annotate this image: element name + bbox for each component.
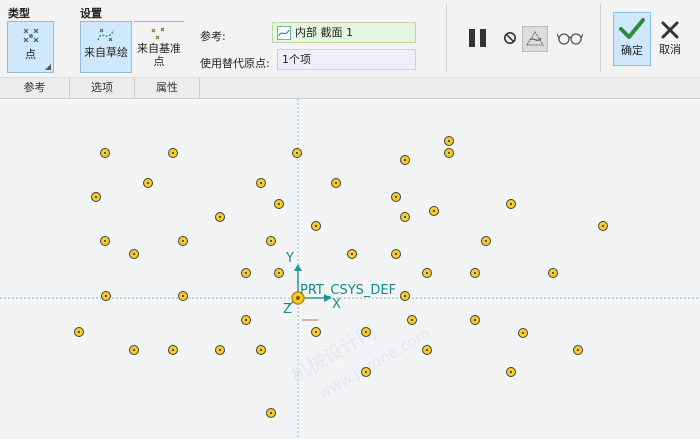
point-type-icon (23, 28, 38, 43)
graphics-window[interactable]: PRT_CSYS_DEF X Y Z 机械设计网 www.jxzone.com (0, 99, 700, 439)
from-datum-label-line2: 点 (153, 55, 165, 68)
tab-properties[interactable]: 属性 (135, 78, 200, 98)
sketch-point[interactable] (129, 345, 139, 355)
datum-point-icon (151, 27, 165, 40)
sketch-point[interactable] (598, 221, 608, 231)
alt-origin-value: 1个项 (282, 53, 311, 66)
cancel-label: 取消 (659, 43, 681, 56)
sketch-point[interactable] (101, 291, 111, 301)
sketch-point[interactable] (311, 221, 321, 231)
sketch-point[interactable] (331, 178, 341, 188)
y-axis-label: Y (286, 251, 294, 266)
sketch-point[interactable] (391, 249, 401, 259)
dashboard-tabs: 参考 选项 属性 (0, 78, 700, 99)
csys-label: PRT_CSYS_DEF (300, 283, 397, 298)
close-icon (661, 21, 679, 39)
no-preview-button[interactable] (502, 31, 518, 47)
pause-button[interactable] (466, 27, 490, 51)
sketch-point[interactable] (100, 148, 110, 158)
sketch-point[interactable] (347, 249, 357, 259)
sketch-point[interactable] (573, 345, 583, 355)
sketch-point[interactable] (361, 367, 371, 377)
sketch-point[interactable] (215, 212, 225, 222)
sketch-icon (97, 28, 115, 42)
sketch-point[interactable] (143, 178, 153, 188)
sketch-point[interactable] (548, 268, 558, 278)
tab-options[interactable]: 选项 (70, 78, 135, 98)
sketch-point[interactable] (481, 236, 491, 246)
type-group-title: 类型 (8, 7, 30, 20)
sketch-point[interactable] (168, 345, 178, 355)
sketch-ref-icon (277, 26, 291, 40)
glasses-icon (556, 33, 584, 45)
sketch-point[interactable] (400, 291, 410, 301)
ribbon-toolbar: 类型 设置 点 来自草绘 来自基准 点 参考: 内部 截面 1 使用替代原点: … (0, 0, 700, 78)
point-type-button[interactable]: 点 (7, 21, 54, 73)
sketch-point[interactable] (391, 192, 401, 202)
sketch-point[interactable] (100, 236, 110, 246)
from-sketch-button[interactable]: 来自草绘 (80, 21, 132, 73)
sketch-point[interactable] (400, 155, 410, 165)
sketch-point[interactable] (74, 327, 84, 337)
sketch-point[interactable] (215, 345, 225, 355)
sketch-point[interactable] (178, 291, 188, 301)
sketch-point[interactable] (266, 236, 276, 246)
checkmark-icon (619, 18, 645, 39)
ribbon-divider (600, 4, 601, 72)
tab-references[interactable]: 参考 (0, 78, 70, 98)
point-type-label: 点 (25, 48, 36, 61)
sketch-point[interactable] (311, 327, 321, 337)
cancel-button[interactable]: 取消 (653, 12, 687, 66)
reference-field[interactable]: 内部 截面 1 (272, 22, 416, 43)
ok-label: 确定 (621, 44, 643, 57)
sketch-point[interactable] (506, 199, 516, 209)
z-axis-label: Z (283, 302, 292, 317)
sketch-point[interactable] (241, 268, 251, 278)
sketch-point[interactable] (444, 148, 454, 158)
dropdown-corner-icon (45, 64, 51, 70)
reference-value: 内部 截面 1 (295, 26, 353, 39)
ribbon-divider (446, 4, 447, 72)
sketch-point[interactable] (506, 367, 516, 377)
preview-icon (526, 31, 544, 46)
sketch-point[interactable] (274, 199, 284, 209)
verify-preview-button[interactable] (522, 26, 548, 52)
sketch-point[interactable] (274, 268, 284, 278)
sketch-point[interactable] (292, 148, 302, 158)
from-sketch-label: 来自草绘 (84, 46, 128, 59)
view-glasses-button[interactable] (556, 30, 584, 48)
ok-button[interactable]: 确定 (613, 12, 651, 66)
no-entry-icon (504, 32, 516, 44)
sketch-point[interactable] (518, 328, 528, 338)
sketch-point[interactable] (91, 192, 101, 202)
sketch-point[interactable] (256, 345, 266, 355)
sketch-point[interactable] (429, 206, 439, 216)
sketch-point[interactable] (400, 212, 410, 222)
sketch-point[interactable] (256, 178, 266, 188)
reference-label: 参考: (200, 30, 226, 43)
from-datum-label-line1: 来自基准 (137, 42, 181, 55)
sketch-point[interactable] (361, 327, 371, 337)
from-datum-button[interactable]: 来自基准 点 (134, 21, 184, 73)
sketch-point[interactable] (168, 148, 178, 158)
sketch-point[interactable] (470, 268, 480, 278)
sketch-point[interactable] (422, 345, 432, 355)
alt-origin-label: 使用替代原点: (200, 57, 270, 70)
pause-icon (469, 29, 486, 47)
settings-group-title: 设置 (80, 7, 102, 20)
x-axis-label: X (332, 297, 341, 312)
sketch-point[interactable] (129, 249, 139, 259)
sketch-point[interactable] (407, 315, 417, 325)
sketch-point[interactable] (470, 315, 480, 325)
sketch-point[interactable] (266, 408, 276, 418)
sketch-point[interactable] (444, 136, 454, 146)
sketch-point[interactable] (241, 315, 251, 325)
sketch-point[interactable] (422, 268, 432, 278)
alt-origin-field[interactable]: 1个项 (277, 49, 416, 70)
sketch-point[interactable] (178, 236, 188, 246)
